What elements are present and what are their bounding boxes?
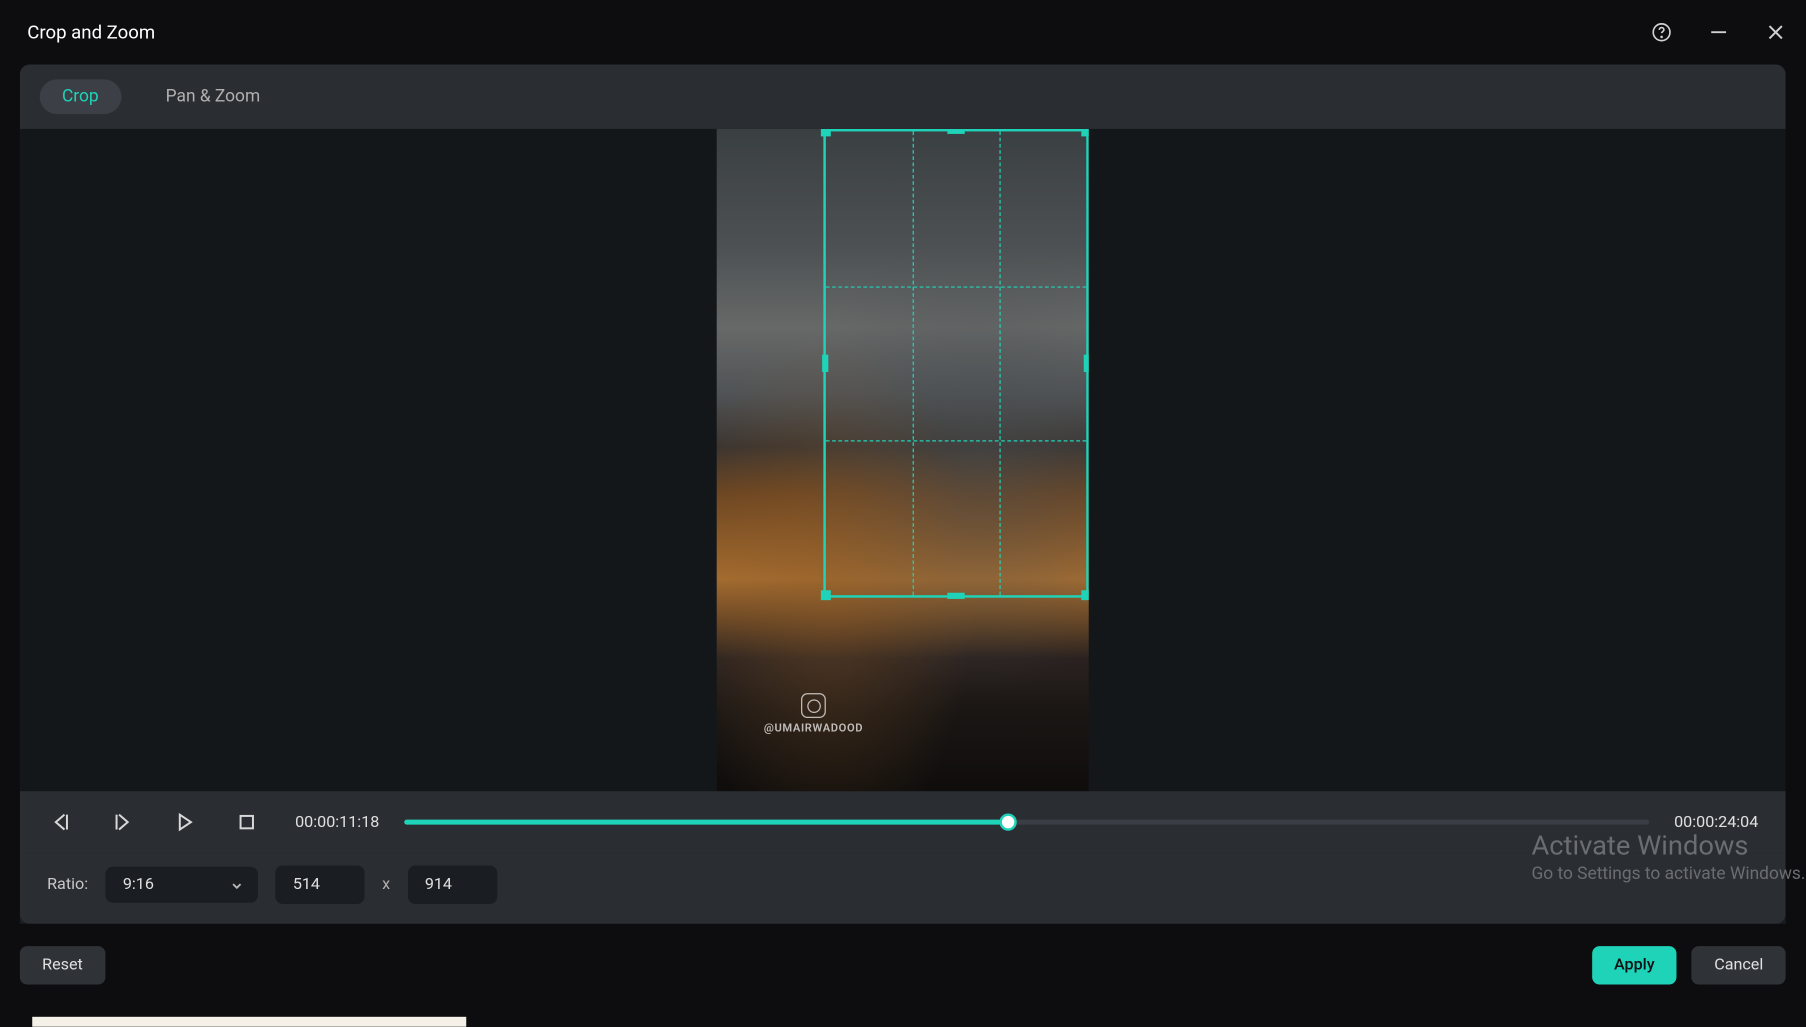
- tab-bar: Crop Pan & Zoom: [20, 64, 1786, 128]
- modal-body: Crop Pan & Zoom @UMAIRWADOOD: [20, 64, 1786, 923]
- crop-handle-tr[interactable]: [1081, 129, 1088, 136]
- crop-grid-line: [913, 131, 914, 595]
- crop-grid-line: [826, 286, 1086, 287]
- help-icon[interactable]: [1649, 20, 1674, 45]
- watermark-text: @UMAIRWADOOD: [764, 723, 863, 735]
- tab-panzoom[interactable]: Pan & Zoom: [143, 79, 282, 114]
- cancel-button[interactable]: Cancel: [1692, 946, 1786, 984]
- timeline-progress: [404, 820, 1008, 825]
- crop-handle-lm[interactable]: [822, 355, 828, 372]
- current-timecode: 00:00:11:18: [295, 813, 379, 832]
- ratio-dropdown[interactable]: 9:16: [105, 867, 258, 903]
- next-frame-icon[interactable]: [109, 808, 136, 835]
- bottom-strip: [32, 1017, 466, 1027]
- play-icon[interactable]: [171, 808, 198, 835]
- apply-button[interactable]: Apply: [1592, 946, 1677, 984]
- tab-crop[interactable]: Crop: [40, 79, 121, 114]
- crop-handle-bl[interactable]: [821, 590, 831, 600]
- height-input[interactable]: [407, 866, 496, 904]
- playback-controls: [47, 808, 260, 835]
- window-title: Crop and Zoom: [27, 21, 155, 43]
- prev-frame-icon[interactable]: [47, 808, 74, 835]
- titlebar-controls: [1649, 20, 1788, 45]
- preview-area: @UMAIRWADOOD: [20, 129, 1786, 791]
- crop-handle-tm[interactable]: [947, 129, 964, 134]
- bottom-right-buttons: Apply Cancel: [1592, 946, 1786, 984]
- dimension-separator: x: [382, 875, 390, 894]
- stop-icon[interactable]: [233, 808, 260, 835]
- minimize-icon[interactable]: [1706, 20, 1731, 45]
- ratio-label: Ratio:: [47, 875, 88, 894]
- preview-image[interactable]: @UMAIRWADOOD: [717, 129, 1089, 791]
- timeline-thumb[interactable]: [999, 813, 1016, 830]
- width-input[interactable]: [275, 866, 364, 904]
- titlebar: Crop and Zoom: [0, 0, 1805, 64]
- duration-timecode: 00:00:24:04: [1674, 813, 1758, 832]
- bottom-bar: Reset Apply Cancel: [0, 924, 1805, 997]
- settings-bar: Ratio: 9:16 x: [20, 853, 1786, 924]
- crop-box[interactable]: [823, 129, 1088, 598]
- ratio-value: 9:16: [123, 875, 154, 894]
- crop-handle-br[interactable]: [1081, 590, 1088, 600]
- crop-grid-line: [826, 441, 1086, 442]
- chevron-down-icon: [228, 876, 245, 893]
- crop-grid-line: [999, 131, 1000, 595]
- reset-button[interactable]: Reset: [20, 946, 105, 984]
- close-icon[interactable]: [1763, 20, 1788, 45]
- watermark: @UMAIRWADOOD: [764, 693, 863, 735]
- instagram-icon: [801, 693, 826, 718]
- playback-bar: 00:00:11:18 00:00:24:04: [20, 791, 1786, 853]
- crop-handle-rm[interactable]: [1084, 355, 1089, 372]
- timeline-track[interactable]: [404, 820, 1649, 825]
- crop-handle-bm[interactable]: [947, 593, 964, 599]
- crop-handle-tl[interactable]: [821, 129, 831, 136]
